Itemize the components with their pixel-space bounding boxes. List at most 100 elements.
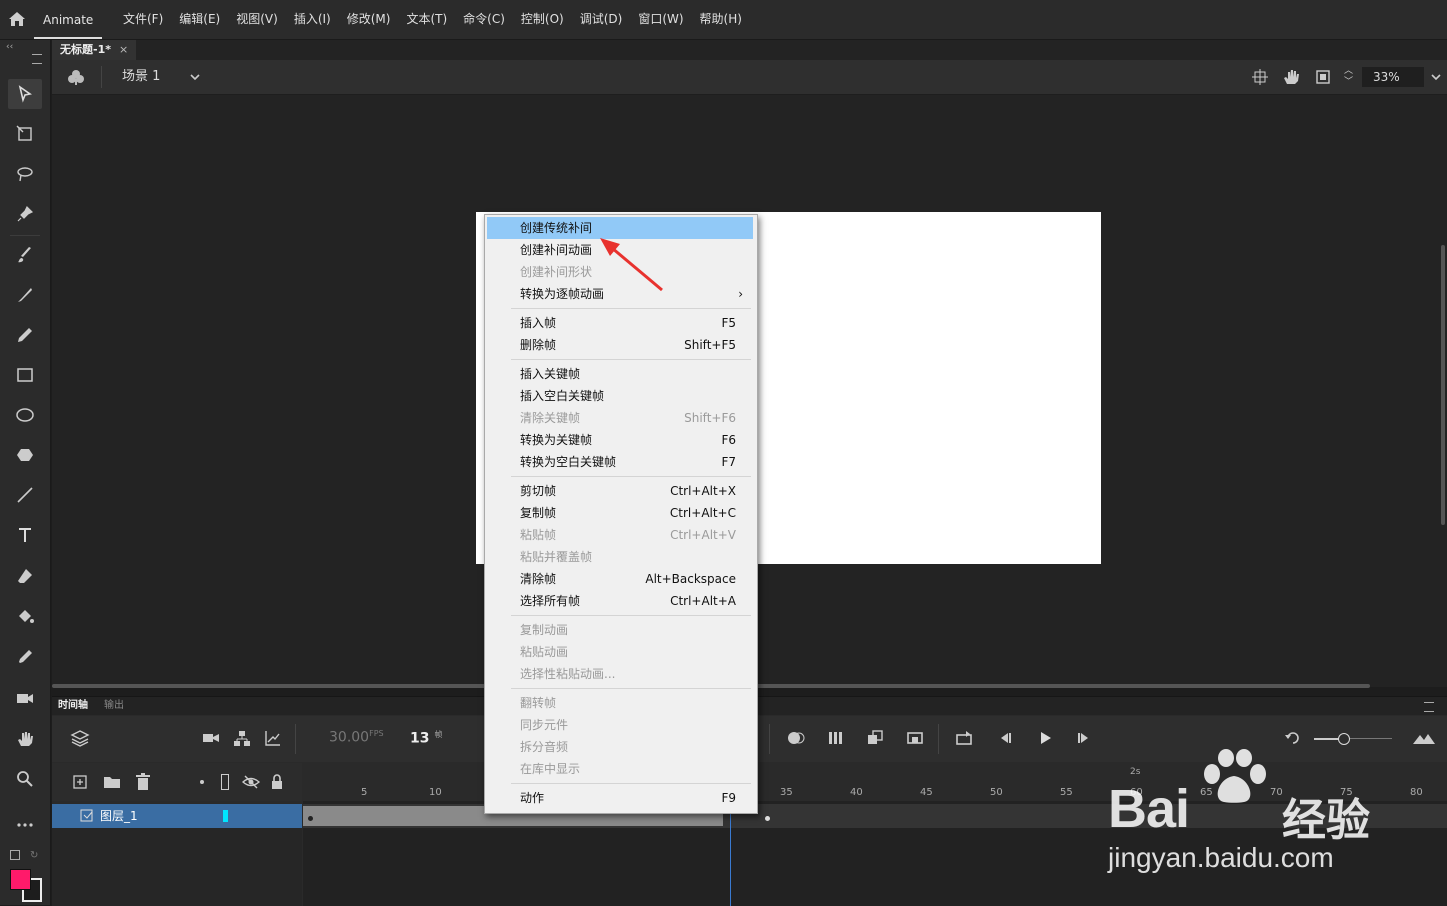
hand-tool[interactable] — [8, 724, 42, 754]
close-tab-icon[interactable]: × — [119, 43, 128, 56]
context-menu-item[interactable]: 剪切帧 Ctrl+Alt+X — [487, 480, 753, 502]
zoom-input[interactable]: 33% — [1362, 67, 1424, 87]
context-menu-item[interactable]: 转换为空白关键帧 F7 — [487, 451, 753, 473]
edit-multiple-frames-icon[interactable] — [827, 729, 845, 747]
clip-content-icon[interactable] — [1315, 69, 1331, 85]
keyframe-end[interactable] — [765, 816, 770, 821]
context-menu-item[interactable]: 转换为关键帧 F6 — [487, 429, 753, 451]
context-menu-item[interactable]: 插入空白关键帧 — [487, 385, 753, 407]
collapse-icon[interactable]: ‹‹ — [6, 42, 13, 52]
menu-text[interactable]: 文本(T) — [398, 0, 455, 39]
step-forward-icon[interactable] — [1075, 730, 1093, 746]
text-tool[interactable] — [8, 520, 42, 550]
outline-icon[interactable] — [221, 774, 229, 790]
context-menu-item[interactable]: 插入关键帧 — [487, 363, 753, 385]
pencil-tool[interactable] — [8, 320, 42, 350]
pin-tool[interactable] — [8, 199, 42, 229]
camera-icon[interactable] — [202, 730, 220, 746]
menu-help[interactable]: 帮助(H) — [692, 0, 750, 39]
scene-divider — [101, 66, 102, 88]
menu-debug[interactable]: 调试(D) — [572, 0, 631, 39]
mountain-icon[interactable] — [1412, 730, 1436, 746]
layer-name[interactable]: 图层_1 — [100, 804, 138, 828]
menu-edit[interactable]: 编辑(E) — [171, 0, 228, 39]
eye-hidden-icon[interactable] — [242, 774, 260, 790]
current-frame[interactable]: 13 帧 — [410, 729, 442, 747]
scene-name[interactable]: 场景 1 — [122, 60, 160, 94]
menu-insert[interactable]: 插入(I) — [286, 0, 339, 39]
panel-menu-icon[interactable] — [32, 54, 42, 64]
lock-icon[interactable] — [270, 773, 284, 791]
menu-window[interactable]: 窗口(W) — [630, 0, 691, 39]
camera-tool[interactable] — [8, 683, 42, 713]
menu-item-label: 转换为关键帧 — [520, 433, 593, 447]
layers-icon[interactable] — [70, 729, 90, 747]
context-menu-item[interactable]: 插入帧 F5 — [487, 312, 753, 334]
trash-icon[interactable] — [135, 773, 151, 791]
oval-tool[interactable] — [8, 400, 42, 430]
chevron-down-icon[interactable] — [189, 72, 201, 82]
ruler-label: 40 — [850, 787, 863, 798]
vertical-scrollbar[interactable] — [1441, 245, 1445, 525]
layer-parenting-icon[interactable] — [233, 729, 251, 747]
menu-modify[interactable]: 修改(M) — [339, 0, 399, 39]
context-menu-item[interactable]: 清除帧 Alt+Backspace — [487, 568, 753, 590]
rotate-hand-icon[interactable] — [1282, 68, 1300, 86]
eyedropper-tool[interactable] — [8, 642, 42, 672]
line-tool[interactable] — [8, 480, 42, 510]
more-tools[interactable] — [8, 810, 42, 840]
context-menu-item[interactable]: 复制帧 Ctrl+Alt+C — [487, 502, 753, 524]
free-transform-tool[interactable] — [8, 119, 42, 149]
keyframe-start[interactable] — [308, 816, 313, 821]
menu-control[interactable]: 控制(O) — [513, 0, 572, 39]
zoom-slider-thumb[interactable] — [1338, 733, 1350, 745]
menu-view[interactable]: 视图(V) — [228, 0, 286, 39]
polystar-tool[interactable] — [8, 440, 42, 470]
menu-file[interactable]: 文件(F) — [115, 0, 171, 39]
highlight-dot-icon[interactable] — [200, 780, 204, 784]
scene-icon[interactable] — [66, 68, 86, 86]
insert-keyframe-icon[interactable] — [906, 730, 924, 746]
play-icon[interactable] — [1036, 730, 1054, 746]
graph-icon[interactable] — [264, 729, 282, 747]
context-menu-item[interactable]: 删除帧 Shift+F5 — [487, 334, 753, 356]
rectangle-tool[interactable] — [8, 360, 42, 390]
loop-icon[interactable] — [955, 729, 973, 747]
home-icon[interactable] — [6, 9, 28, 29]
insert-tween-icon[interactable] — [866, 729, 884, 747]
main-menu: 文件(F) 编辑(E) 视图(V) 插入(I) 修改(M) 文本(T) 命令(C… — [115, 0, 750, 39]
tab-timeline[interactable]: 时间轴 — [58, 697, 88, 715]
frame-rate[interactable]: 30.00FPS — [329, 729, 384, 746]
eyedropper-icon — [19, 650, 32, 663]
zoom-tool[interactable] — [8, 764, 42, 794]
paint-bucket-tool[interactable] — [8, 602, 42, 632]
default-colors-icon[interactable] — [10, 850, 20, 860]
onion-skin-icon[interactable] — [786, 730, 806, 746]
lasso-tool[interactable] — [8, 159, 42, 189]
eraser-tool[interactable] — [8, 561, 42, 591]
context-menu-item[interactable]: 选择所有帧 Ctrl+Alt+A — [487, 590, 753, 612]
step-back-icon[interactable] — [996, 730, 1014, 746]
zoom-dropdown-icon[interactable] — [1430, 72, 1442, 82]
zoom-stepper[interactable]: ︿ ﹀ — [1344, 66, 1353, 88]
center-stage-icon[interactable] — [1252, 69, 1268, 85]
paint-brush-tool[interactable] — [8, 240, 42, 270]
magnifier-icon — [17, 771, 33, 787]
menu-commands[interactable]: 命令(C) — [455, 0, 513, 39]
toolbar-divider — [938, 724, 939, 754]
selection-tool[interactable] — [8, 79, 42, 109]
tab-output[interactable]: 输出 — [104, 697, 124, 715]
document-tab[interactable]: 无标题-1* × — [52, 40, 137, 60]
folder-icon[interactable] — [103, 774, 121, 790]
layer-row[interactable]: 图层_1 — [52, 804, 302, 828]
new-layer-icon[interactable] — [72, 774, 88, 790]
context-menu-item[interactable]: 动作 F9 — [487, 787, 753, 809]
swap-colors-icon[interactable]: ↻ — [30, 850, 38, 861]
timeline-menu-icon[interactable] — [1424, 702, 1434, 712]
layer-color-marker[interactable] — [223, 810, 228, 822]
brush-tool[interactable] — [8, 280, 42, 310]
more-icon — [17, 823, 33, 827]
stroke-color-swatch[interactable] — [10, 869, 31, 890]
undo-icon[interactable] — [1284, 730, 1302, 746]
menu-item-label: 插入帧 — [520, 316, 557, 330]
